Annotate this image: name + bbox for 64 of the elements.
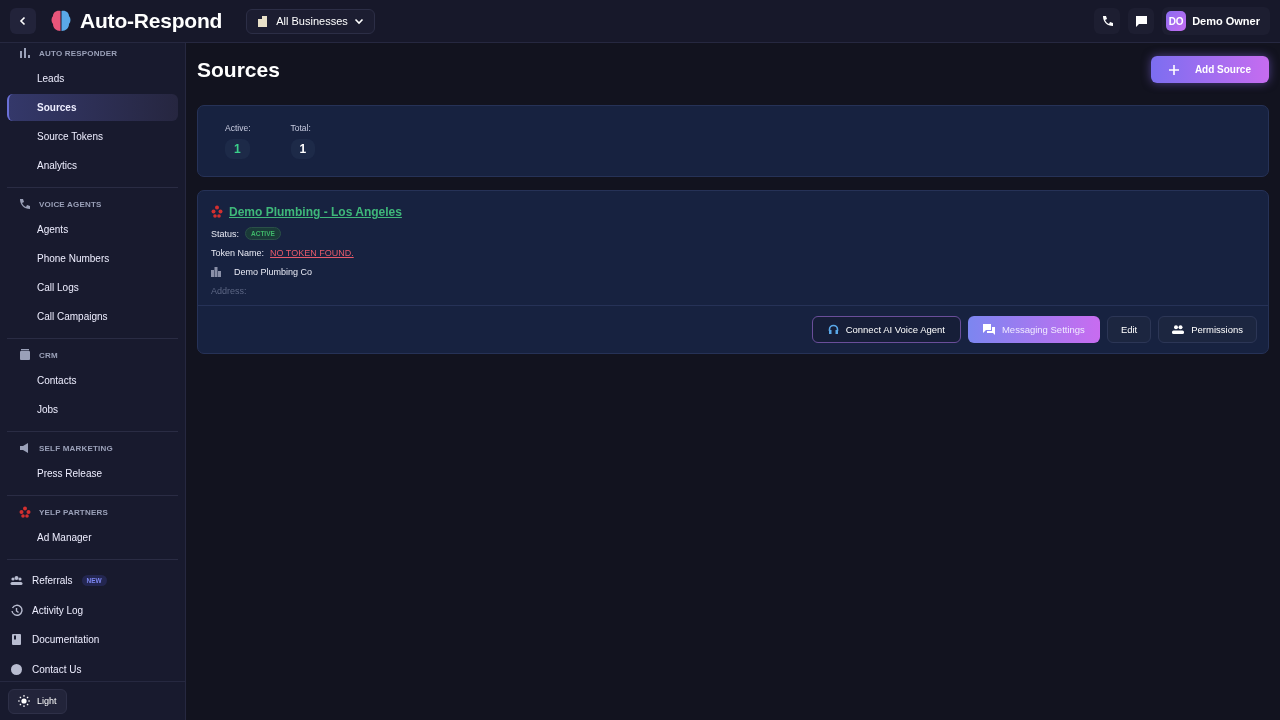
burst-icon [211, 205, 223, 219]
address-label: Address: [211, 285, 247, 296]
book-icon [10, 633, 23, 647]
business-name: Demo Plumbing Co [234, 266, 313, 277]
brain-icon [50, 9, 72, 33]
sidebar-item[interactable]: Jobs [7, 396, 178, 423]
action-button[interactable]: Permissions [1158, 316, 1257, 343]
headset-icon [827, 324, 839, 335]
sidebar-item[interactable]: Call Logs [7, 274, 178, 301]
avatar: DO [1166, 11, 1187, 31]
sidebar-item[interactable]: Source Tokens [7, 123, 178, 150]
phone-button[interactable] [1094, 8, 1121, 34]
action-button[interactable]: Edit [1106, 316, 1152, 343]
sidebar-link[interactable]: Contact Us [7, 654, 178, 681]
burst-icon [19, 506, 31, 518]
page-title: Sources [197, 57, 280, 82]
bar-chart-icon [19, 47, 31, 59]
add-source-button[interactable]: Add Source [1150, 56, 1269, 83]
status-label: Status: [211, 228, 239, 239]
stat-value: 1 [290, 139, 316, 159]
stat-label: Active: [225, 123, 251, 133]
section-heading: SELF MARKETING [39, 443, 113, 453]
source-name-link[interactable]: Demo Plumbing - Los Angeles [229, 205, 402, 219]
chat-icon [982, 324, 995, 335]
sidebar-item[interactable]: Analytics [7, 152, 178, 179]
plus-icon [1168, 64, 1179, 75]
token-label: Token Name: [211, 247, 265, 258]
sidebar-link[interactable]: Documentation [7, 625, 178, 655]
sidebar-item[interactable]: Sources [7, 94, 178, 121]
messages-button[interactable] [1128, 8, 1155, 34]
back-button[interactable] [10, 8, 36, 34]
sidebar-item[interactable]: Phone Numbers [7, 245, 178, 272]
section-heading: AUTO RESPONDER [39, 48, 118, 58]
megaphone-icon [19, 442, 31, 454]
sidebar-item[interactable]: Leads [7, 65, 178, 92]
user-menu[interactable]: DO Demo Owner [1162, 7, 1270, 35]
contact-card-icon [19, 349, 31, 361]
chat-icon [1134, 14, 1148, 28]
people-icon [10, 574, 23, 588]
sidebar-item[interactable]: Press Release [7, 460, 178, 487]
theme-toggle[interactable]: Light [8, 688, 67, 714]
phone-icon [1100, 14, 1114, 28]
section-heading: CRM [39, 350, 58, 360]
phone-icon [19, 198, 31, 210]
chevron-left-icon [18, 16, 28, 26]
sidebar-item[interactable]: Ad Manager [7, 524, 178, 551]
chevron-down-icon [353, 16, 364, 26]
sidebar-item[interactable]: Contacts [7, 367, 178, 394]
history-icon [10, 603, 23, 617]
business-select[interactable]: All Businesses [246, 8, 375, 34]
action-button[interactable]: Connect AI Voice Agent [811, 316, 961, 343]
app-title: Auto-Respond [80, 9, 223, 33]
section-heading: YELP PARTNERS [39, 507, 108, 517]
section-heading: VOICE AGENTS [39, 199, 102, 209]
sun-icon [18, 695, 30, 707]
people-icon [1172, 325, 1185, 334]
token-link[interactable]: NO TOKEN FOUND. [270, 247, 354, 258]
sidebar-item[interactable]: Call Campaigns [7, 303, 178, 330]
sidebar-link[interactable]: Activity Log [7, 595, 178, 625]
stat-label: Total: [290, 123, 312, 133]
user-name: Demo Owner [1192, 15, 1260, 27]
building-icon [211, 266, 222, 277]
stat-value: 1 [225, 139, 250, 159]
sidebar-item[interactable]: Agents [7, 216, 178, 243]
